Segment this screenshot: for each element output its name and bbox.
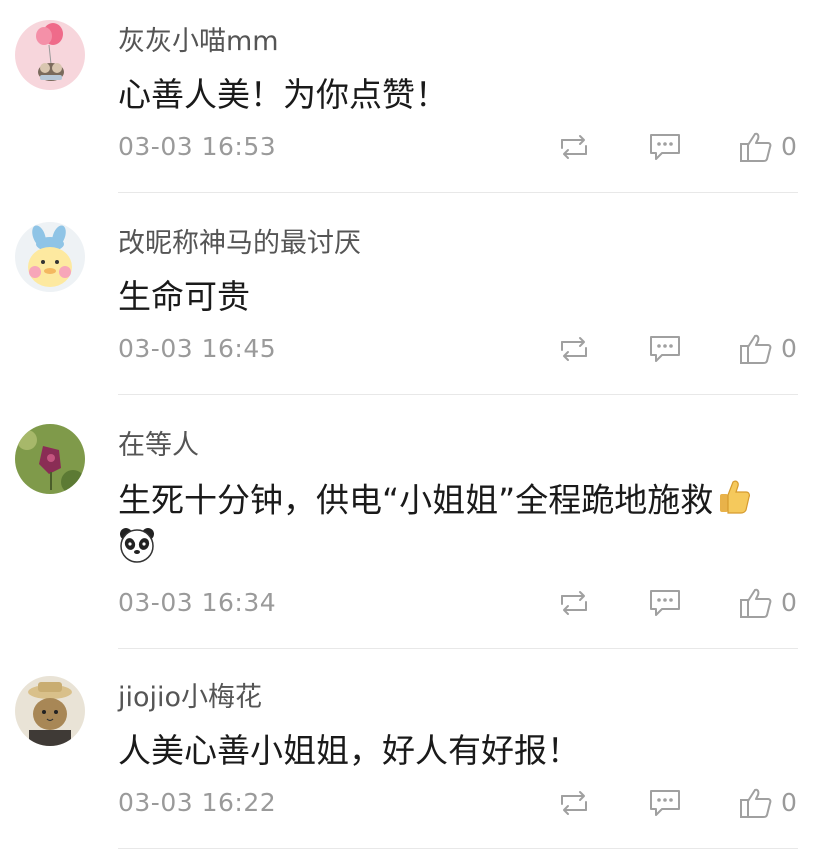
thumbs-up-icon	[740, 588, 772, 618]
thumbs-up-icon	[740, 334, 772, 364]
like-count: 0	[781, 788, 797, 817]
comment-text: 生死十分钟，供电“小姐姐”全程跪地施救	[118, 480, 714, 520]
like-button[interactable]: 0	[739, 586, 797, 620]
cat-hat-avatar-icon	[15, 676, 85, 746]
thumbs-up-icon	[740, 132, 772, 162]
duck-bunny-avatar-icon	[15, 222, 85, 292]
like-button[interactable]: 0	[739, 130, 797, 164]
divider	[118, 394, 798, 395]
reply-button[interactable]	[648, 130, 682, 164]
thumbs-up-emoji	[717, 476, 751, 528]
username[interactable]: 在等人	[118, 428, 199, 464]
username[interactable]: 灰灰小喵mm	[118, 24, 279, 60]
comment-content: 人美心善小姐姐，好人有好报！	[118, 731, 580, 770]
reply-button[interactable]	[648, 332, 682, 366]
comment-icon	[650, 790, 680, 816]
divider	[118, 192, 798, 193]
avatar[interactable]	[15, 676, 85, 746]
forward-icon	[561, 791, 587, 815]
reply-button[interactable]	[648, 586, 682, 620]
comment-icon	[650, 336, 680, 362]
thumbs-up-icon	[740, 788, 772, 818]
timestamp: 03-03 16:22	[118, 788, 277, 817]
forward-icon	[561, 135, 587, 159]
comment-icon	[650, 134, 680, 160]
avatar[interactable]	[15, 222, 85, 292]
timestamp: 03-03 16:45	[118, 334, 277, 363]
reply-button[interactable]	[648, 786, 682, 820]
username[interactable]: jiojio小梅花	[118, 680, 262, 716]
divider	[118, 648, 798, 649]
forward-button[interactable]	[556, 130, 592, 164]
panda-emoji	[118, 526, 156, 570]
like-count: 0	[781, 334, 797, 363]
username[interactable]: 改昵称神马的最讨厌	[118, 226, 361, 262]
divider	[118, 848, 798, 849]
forward-button[interactable]	[556, 586, 592, 620]
forward-icon	[561, 591, 587, 615]
comment-content: 生命可贵	[118, 277, 250, 316]
comment-content: 生死十分钟，供电“小姐姐”全程跪地施救	[118, 476, 788, 528]
comment-list: 灰灰小喵mm 心善人美！为你点赞！ 03-03 16:53 0 改昵称神马的最讨…	[0, 0, 818, 852]
comment-icon	[650, 590, 680, 616]
balloon-bear-avatar-icon	[15, 20, 85, 90]
avatar[interactable]	[15, 424, 85, 494]
forward-button[interactable]	[556, 332, 592, 366]
flower-avatar-icon	[15, 424, 85, 494]
comment-content: 心善人美！为你点赞！	[118, 75, 448, 114]
like-count: 0	[781, 588, 797, 617]
like-count: 0	[781, 132, 797, 161]
timestamp: 03-03 16:53	[118, 132, 277, 161]
timestamp: 03-03 16:34	[118, 588, 277, 617]
forward-icon	[561, 337, 587, 361]
like-button[interactable]: 0	[739, 332, 797, 366]
forward-button[interactable]	[556, 786, 592, 820]
avatar[interactable]	[15, 20, 85, 90]
like-button[interactable]: 0	[739, 786, 797, 820]
